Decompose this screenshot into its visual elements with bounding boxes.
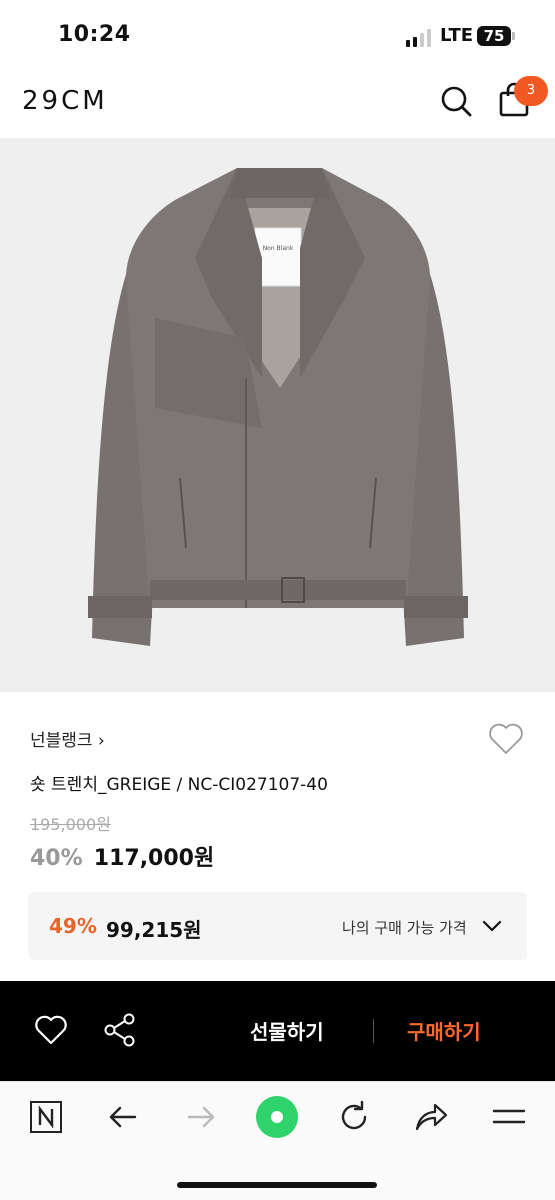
product-image[interactable]: Non Blank [0,138,555,692]
discount-rate: 40% [30,846,83,871]
status-bar: 10:24 LTE 75 [0,0,555,66]
status-time: 10:24 [58,22,131,47]
jacket-tag-label: Non Blank [263,245,294,252]
network-label: LTE [440,25,474,46]
product-name: 숏 트렌치_GREIGE / NC-CI027107-40 [30,775,328,795]
chevron-down-icon [482,920,502,932]
original-price: 195,000원 [30,815,111,834]
green-dot-icon[interactable] [255,1095,299,1139]
my-price-label: 나의 구매 가능 가격 [342,919,467,937]
app-header: 29CM [0,66,555,138]
divider [373,1019,374,1043]
brand-link[interactable]: 넌블랭크 › [30,726,105,751]
sale-price: 117,000원 [93,846,215,871]
share-arrow-icon[interactable] [413,1099,449,1135]
signal-icon [406,29,434,47]
search-icon[interactable] [439,84,473,118]
reload-icon[interactable] [336,1099,372,1135]
cart-count-badge: 3 [514,76,548,106]
chevron-right-icon: › [97,731,105,751]
home-indicator [177,1182,377,1188]
my-price: 99,215원 [106,918,202,942]
logo[interactable]: 29CM [22,86,108,116]
purchase-bar: 선물하기 구매하기 [0,981,555,1081]
menu-icon[interactable] [491,1099,527,1135]
back-arrow-icon[interactable] [105,1099,141,1135]
naver-n-icon[interactable] [28,1099,64,1135]
buy-button[interactable]: 구매하기 [407,1016,481,1045]
heart-icon[interactable] [487,722,525,756]
jacket-illustration: Non Blank [88,168,468,646]
heart-icon[interactable] [34,1014,68,1046]
my-price-dropdown[interactable]: 49% 99,215원 나의 구매 가능 가격 [28,892,527,960]
battery-cap [512,32,515,40]
gift-button[interactable]: 선물하기 [250,1016,324,1045]
my-discount-rate: 49% [49,914,97,938]
battery-icon: 75 [477,26,511,46]
brand-name: 넌블랭크 [30,731,93,751]
forward-arrow-icon[interactable] [183,1099,219,1135]
price-row: 40% 117,000원 [30,840,215,871]
share-icon[interactable] [103,1012,137,1048]
